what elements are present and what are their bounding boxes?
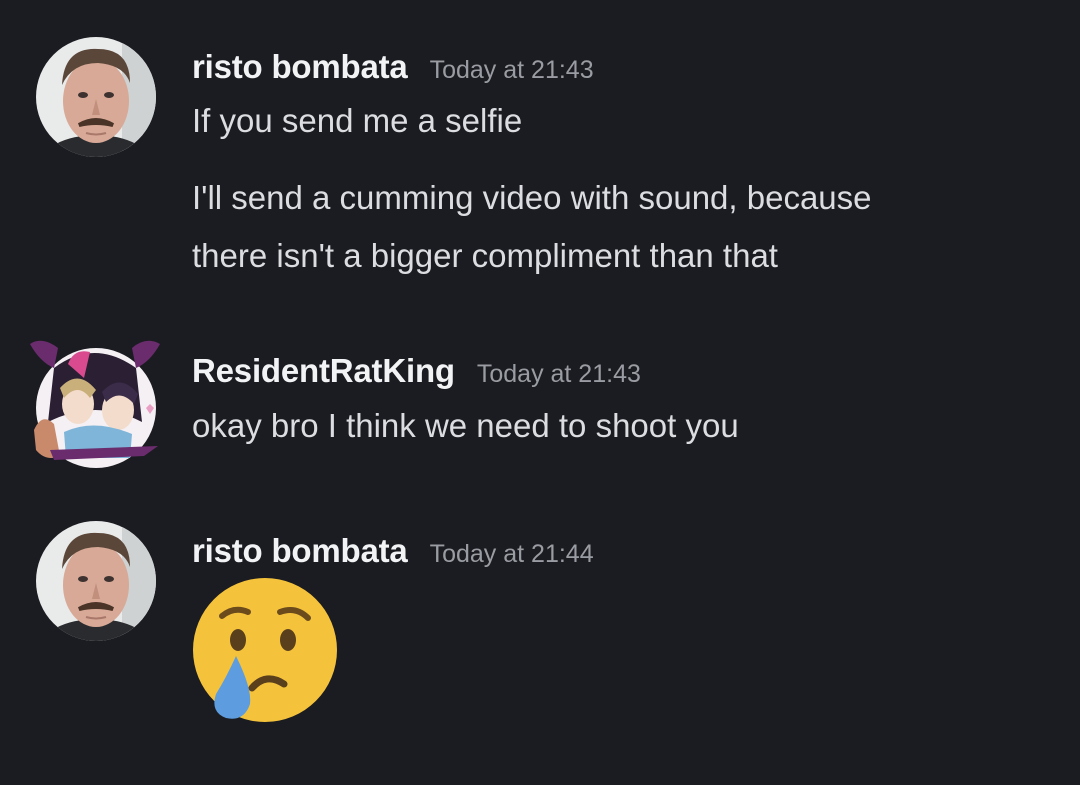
timestamp: Today at 21:43 — [429, 56, 594, 84]
crying-face-emoji-icon[interactable] — [192, 576, 342, 731]
username[interactable]: risto bombata — [192, 48, 408, 85]
chat-log: risto bombata Today at 21:43 If you send … — [0, 0, 1080, 785]
user-avatar[interactable] — [36, 37, 156, 157]
user-avatar[interactable] — [24, 338, 164, 468]
mustache-man-avatar-icon — [36, 37, 156, 157]
anime-characters-avatar-icon — [30, 340, 160, 468]
message-header: risto bombata Today at 21:43 — [192, 48, 594, 86]
message-header: ResidentRatKing Today at 21:43 — [192, 352, 641, 390]
username[interactable]: ResidentRatKing — [192, 352, 455, 389]
message-header: risto bombata Today at 21:44 — [192, 532, 594, 570]
message-text: there isn't a bigger compliment than tha… — [192, 237, 778, 274]
username[interactable]: risto bombata — [192, 532, 408, 569]
message-text: If you send me a selfie — [192, 102, 523, 139]
message-text: I'll send a cumming video with sound, be… — [192, 179, 872, 216]
timestamp: Today at 21:43 — [476, 360, 641, 388]
user-avatar[interactable] — [36, 521, 156, 641]
timestamp: Today at 21:44 — [429, 540, 594, 568]
mustache-man-avatar-icon — [36, 521, 156, 641]
message-text: okay bro I think we need to shoot you — [192, 407, 739, 444]
